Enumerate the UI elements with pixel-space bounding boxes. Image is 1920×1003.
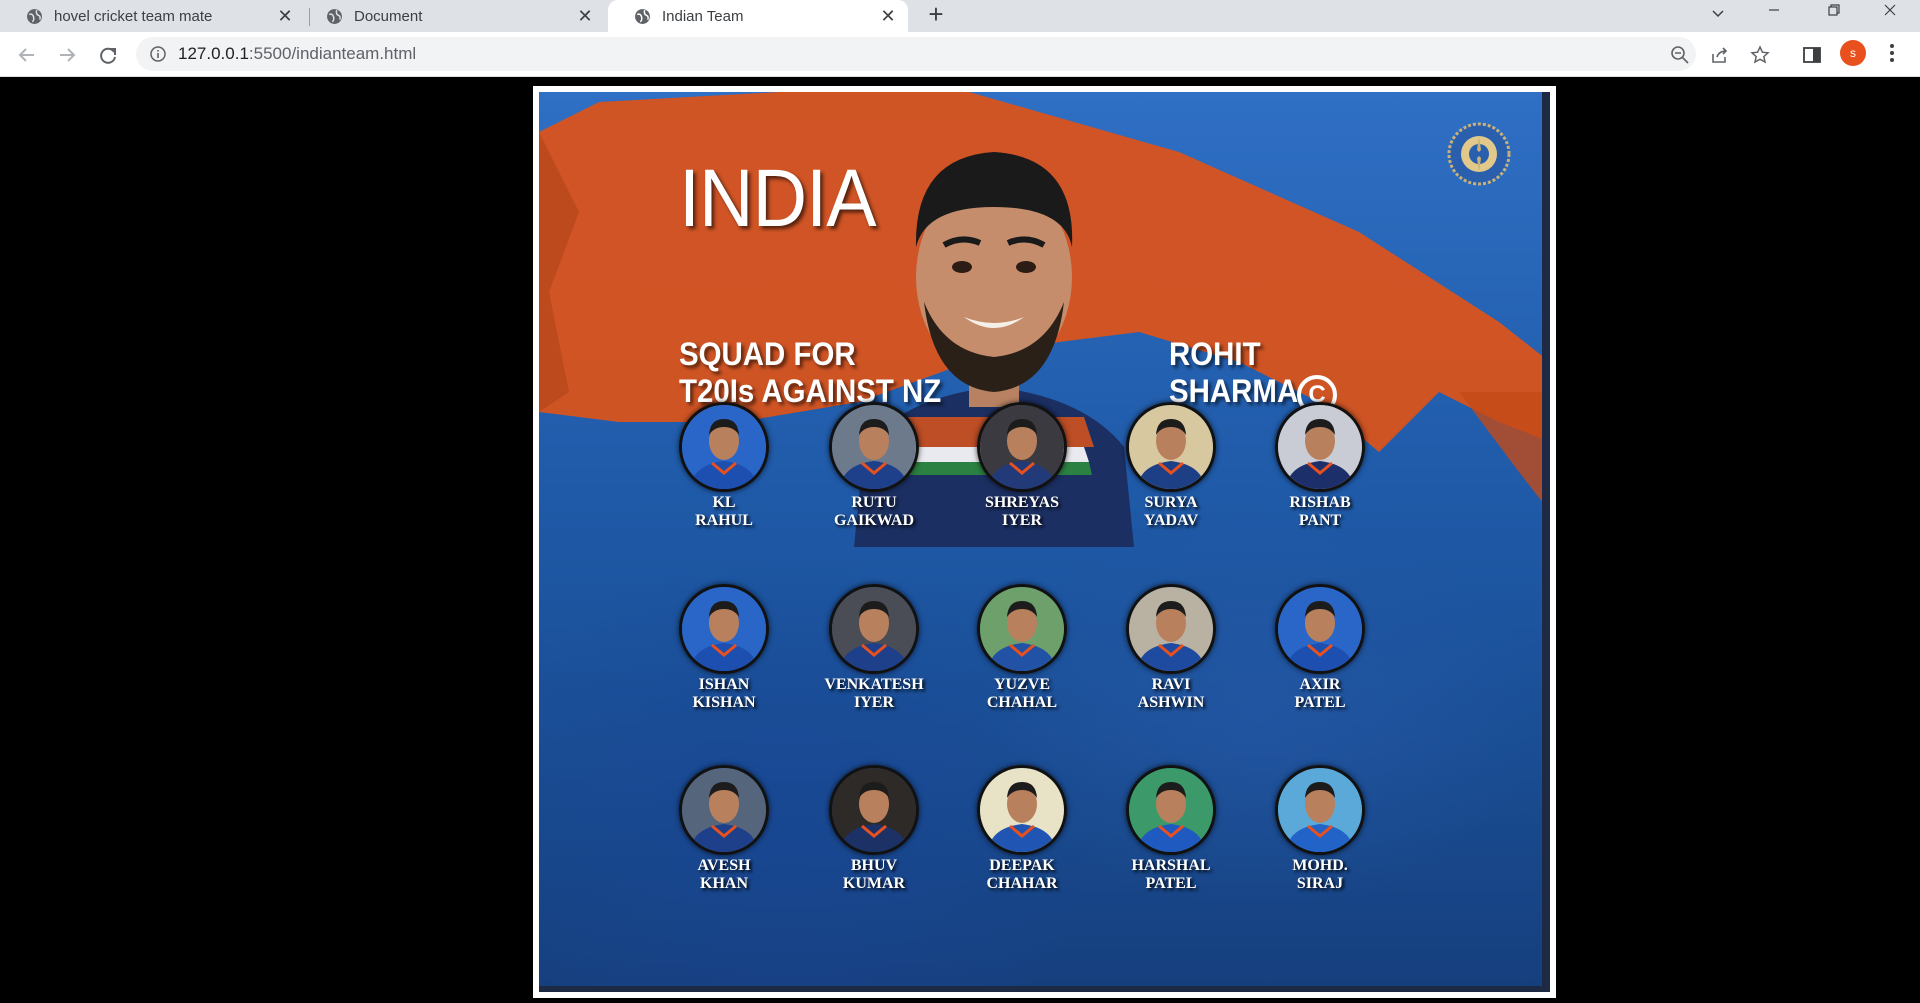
player-name: RISHAB PANT <box>1289 494 1351 529</box>
browser-toolbar: 127.0.0.1:5500/indianteam.html <box>0 32 1920 77</box>
menu-kebab-icon[interactable] <box>1888 42 1896 64</box>
player-card: HARSHAL PATEL <box>1106 765 1236 893</box>
player-card: AXIR PATEL <box>1255 584 1385 712</box>
player-name: AXIR PATEL <box>1294 676 1346 711</box>
tab-strip: hovel cricket team mate ✕ Document ✕ Ind… <box>0 0 1920 32</box>
tab-label: Indian Team <box>662 7 744 25</box>
tab-indian-team[interactable]: Indian Team ✕ <box>608 0 908 32</box>
player-name: SHREYAS IYER <box>984 494 1060 529</box>
captain-name: ROHIT SHARMA <box>1169 336 1298 410</box>
close-tab-icon[interactable]: ✕ <box>575 6 595 26</box>
player-name: KL RAHUL <box>695 494 753 529</box>
captain-first-name: ROHIT <box>1169 336 1261 372</box>
player-name: MOHD. SIRAJ <box>1292 857 1348 892</box>
player-name: AVESH KHAN <box>697 857 751 892</box>
player-card: RISHAB PANT <box>1255 402 1385 530</box>
tab-hovel-cricket[interactable]: hovel cricket team mate ✕ <box>0 0 305 32</box>
player-name: BHUV KUMAR <box>842 857 906 892</box>
new-tab-button[interactable]: + <box>922 1 950 29</box>
player-photo <box>679 402 769 492</box>
player-card: RAVI ASHWIN <box>1106 584 1236 712</box>
close-window-icon[interactable] <box>1868 0 1912 32</box>
poster-title: INDIA <box>679 153 877 244</box>
squad-poster: INDIA SQUAD FOR T20Is AGAINST NZ ROHIT S… <box>539 92 1550 992</box>
tab-label: hovel cricket team mate <box>54 7 213 25</box>
player-photo <box>679 765 769 855</box>
site-info-icon[interactable] <box>150 46 166 62</box>
player-card: DEEPAK CHAHAR <box>957 765 1087 893</box>
side-panel-icon[interactable] <box>1801 44 1823 66</box>
player-photo <box>679 584 769 674</box>
player-card: KL RAHUL <box>659 402 789 530</box>
player-photo <box>1126 584 1216 674</box>
player-card: BHUV KUMAR <box>809 765 939 893</box>
player-name: YUZVE CHAHAL <box>986 676 1058 711</box>
player-name: DEEPAK CHAHAR <box>986 857 1058 892</box>
reload-icon[interactable] <box>93 40 123 70</box>
zoom-icon[interactable] <box>1670 45 1690 65</box>
player-photo <box>977 402 1067 492</box>
poster-frame: INDIA SQUAD FOR T20Is AGAINST NZ ROHIT S… <box>533 86 1556 998</box>
minimize-icon[interactable] <box>1752 0 1796 32</box>
player-name: SURYA YADAV <box>1143 494 1199 529</box>
restore-icon[interactable] <box>1812 0 1856 32</box>
player-name: RUTU GAIKWAD <box>833 494 914 529</box>
back-arrow-icon[interactable] <box>12 40 42 70</box>
player-name: VENKATESH IYER <box>824 676 924 711</box>
globe-icon <box>635 9 650 24</box>
player-card: SHREYAS IYER <box>957 402 1087 530</box>
player-photo <box>1126 765 1216 855</box>
close-tab-icon[interactable]: ✕ <box>878 6 898 26</box>
tab-search-icon[interactable] <box>1696 0 1740 32</box>
profile-avatar[interactable]: s <box>1840 40 1866 66</box>
player-photo <box>829 765 919 855</box>
share-icon[interactable] <box>1710 45 1730 65</box>
player-photo <box>977 584 1067 674</box>
player-name: RAVI ASHWIN <box>1137 676 1205 711</box>
player-name: ISHAN KISHAN <box>692 676 756 711</box>
address-bar[interactable]: 127.0.0.1:5500/indianteam.html <box>136 37 1770 71</box>
player-card: VENKATESH IYER <box>809 584 939 712</box>
close-tab-icon[interactable]: ✕ <box>275 6 295 26</box>
bcci-emblem-icon <box>1447 122 1511 186</box>
player-card: YUZVE CHAHAL <box>957 584 1087 712</box>
tab-label: Document <box>354 7 423 25</box>
player-photo <box>1126 402 1216 492</box>
forward-arrow-icon[interactable] <box>52 40 82 70</box>
player-card: MOHD. SIRAJ <box>1255 765 1385 893</box>
player-photo <box>829 402 919 492</box>
player-card: SURYA YADAV <box>1106 402 1236 530</box>
bookmark-star-icon[interactable] <box>1750 45 1770 65</box>
player-card: RUTU GAIKWAD <box>809 402 939 530</box>
player-photo <box>977 765 1067 855</box>
squad-heading-line1: SQUAD FOR <box>679 336 856 372</box>
player-photo <box>1275 765 1365 855</box>
url-path: :5500/indianteam.html <box>248 44 417 63</box>
tab-document[interactable]: Document ✕ <box>300 0 605 32</box>
player-photo <box>1275 584 1365 674</box>
player-card: AVESH KHAN <box>659 765 789 893</box>
url-host: 127.0.0.1 <box>178 44 249 63</box>
page-viewport: INDIA SQUAD FOR T20Is AGAINST NZ ROHIT S… <box>0 78 1920 1003</box>
globe-icon <box>27 9 42 24</box>
globe-icon <box>327 9 342 24</box>
player-photo <box>1275 402 1365 492</box>
squad-heading: SQUAD FOR T20Is AGAINST NZ <box>679 336 941 410</box>
url-text[interactable]: 127.0.0.1:5500/indianteam.html <box>178 44 416 64</box>
player-card: ISHAN KISHAN <box>659 584 789 712</box>
player-photo <box>829 584 919 674</box>
player-name: HARSHAL PATEL <box>1131 857 1211 892</box>
